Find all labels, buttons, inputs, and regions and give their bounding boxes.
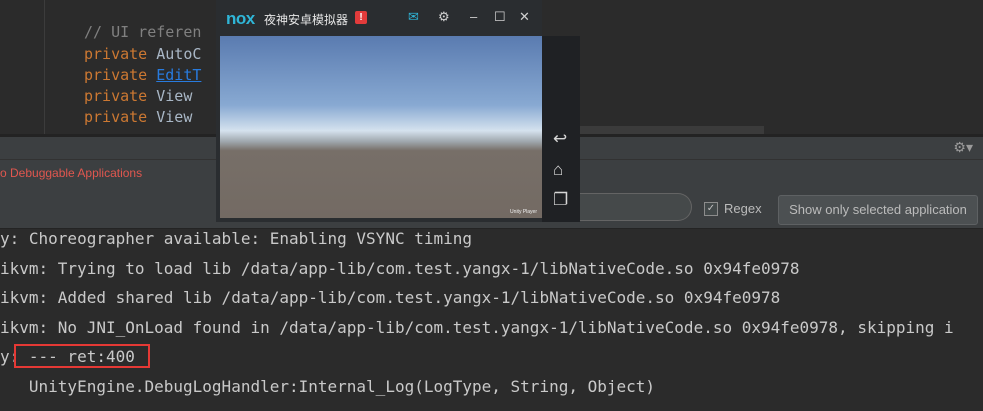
regex-label: Regex (724, 201, 762, 216)
code-line: private View (84, 86, 201, 106)
emulator-titlebar[interactable]: nox 夜神安卓模拟器 ! ✉ ⚙ – ☐ ✕ (216, 0, 542, 36)
log-line: ikvm: Added shared lib /data/app-lib/com… (0, 288, 781, 307)
logcat-output[interactable]: y: Choreographer available: Enabling VSY… (0, 228, 983, 411)
code-comment: // UI referen (84, 22, 201, 42)
gear-icon[interactable]: ⚙▾ (953, 139, 973, 156)
home-icon[interactable]: ⌂ (553, 160, 563, 180)
emulator-nav-bar: ↩ ⌂ ❐ (542, 36, 580, 222)
keyword-private: private (84, 108, 148, 126)
emulator-screen[interactable]: Unity Player (220, 36, 542, 218)
settings-icon[interactable]: ⚙ (438, 9, 450, 25)
emulator-window[interactable]: nox 夜神安卓模拟器 ! ✉ ⚙ – ☐ ✕ Unity Player ↩ ⌂… (216, 0, 580, 222)
keyword-private: private (84, 45, 148, 63)
recents-icon[interactable]: ❐ (553, 190, 568, 210)
type-name: AutoC (156, 45, 202, 63)
comment-text: // UI referen (84, 23, 202, 41)
back-icon[interactable]: ↩ (553, 129, 567, 149)
log-line: ikvm: Trying to load lib /data/app-lib/c… (0, 259, 800, 278)
code-line: private View (84, 107, 201, 127)
log-line: UnityEngine.DebugLogHandler:Internal_Log… (0, 377, 656, 396)
show-only-selected-application-dropdown[interactable]: Show only selected application (778, 195, 978, 225)
close-icon[interactable]: ✕ (519, 9, 530, 25)
log-line: y: Choreographer available: Enabling VSY… (0, 229, 473, 248)
type-link[interactable]: EditT (156, 66, 201, 84)
emulator-title: 夜神安卓模拟器 (264, 13, 349, 27)
mail-icon[interactable]: ✉ (408, 9, 419, 25)
keyword-private: private (84, 87, 148, 105)
screen-caption: Unity Player (510, 209, 537, 215)
editor-gutter-divider (44, 0, 45, 134)
regex-checkbox[interactable]: ✓ (704, 202, 718, 216)
nox-logo: nox (226, 9, 255, 28)
type-name: View (156, 87, 202, 105)
type-name: View (156, 108, 202, 126)
keyword-private: private (84, 66, 148, 84)
maximize-icon[interactable]: ☐ (494, 9, 506, 25)
alert-icon[interactable]: ! (355, 11, 367, 24)
debuggable-applications-label[interactable]: o Debuggable Applications (0, 166, 142, 180)
code-line: private AutoC (84, 44, 201, 64)
minimize-icon[interactable]: – (470, 9, 477, 25)
log-line: ikvm: No JNI_OnLoad found in /data/app-l… (0, 318, 954, 337)
emulator-frame-bottom (216, 218, 542, 222)
highlight-annotation (14, 344, 150, 368)
code-line: private EditT (84, 65, 201, 85)
